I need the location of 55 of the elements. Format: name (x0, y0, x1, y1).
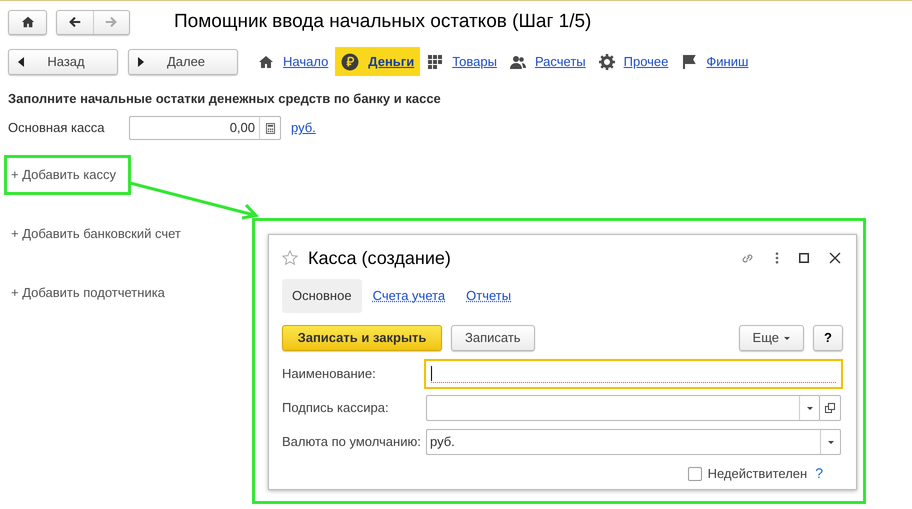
left-arrow-icon (68, 15, 82, 30)
add-link[interactable]: + Добавить банковский счет (11, 224, 181, 244)
maximize-icon[interactable] (799, 253, 809, 263)
form-tab[interactable]: Основное (282, 279, 362, 313)
checkbox[interactable] (688, 466, 702, 480)
gear-icon (598, 54, 615, 70)
next-step-button[interactable]: Далее (128, 48, 238, 74)
step-tab[interactable]: Начало (252, 47, 334, 76)
back-step-button[interactable]: Назад (8, 48, 118, 74)
add-link[interactable]: + Добавить подотчетника (11, 283, 165, 303)
add-link[interactable]: + Добавить кассу (11, 165, 116, 185)
help-link[interactable]: ? (815, 463, 823, 484)
open-window-icon (825, 403, 835, 413)
currency-link[interactable]: руб. (291, 118, 316, 138)
flag-icon (681, 54, 698, 70)
more-button[interactable]: Еще (738, 325, 804, 351)
caret-icon (784, 336, 790, 340)
section-heading: Заполните начальные остатки денежных средств по банку и кассе (7, 90, 442, 108)
amount-field[interactable]: 0,00 (129, 116, 281, 140)
calculator-icon (266, 122, 274, 134)
window-title: Помощник ввода начальных остатков (Шаг 1/5) (174, 10, 592, 34)
step-tab[interactable]: Товары (421, 47, 503, 76)
home-button[interactable] (8, 10, 47, 35)
step-tab-active[interactable]: Деньги (335, 47, 420, 76)
dialog-title: Касса (создание) (308, 246, 451, 270)
left-triangle-icon (18, 56, 24, 66)
open-button[interactable] (820, 395, 841, 421)
home-icon (258, 54, 274, 70)
checkbox-label: Недействителен (708, 464, 808, 483)
more-options-icon[interactable] (775, 252, 779, 264)
select-field[interactable] (426, 395, 820, 421)
field-label: Валюта по умолчанию: (282, 433, 422, 452)
right-arrow-icon (104, 15, 118, 30)
close-icon[interactable] (829, 252, 841, 264)
step-tab[interactable]: Финиш (675, 47, 754, 76)
field-label: Подпись кассира: (282, 399, 390, 418)
dropdown-icon (828, 440, 834, 444)
help-button[interactable]: ? (813, 325, 843, 351)
save-and-close-button[interactable]: Записать и закрыть (282, 325, 442, 351)
save-button[interactable]: Записать (451, 325, 535, 351)
grid-icon (427, 54, 444, 70)
form-tab[interactable]: Отчеты (456, 279, 522, 313)
select-field[interactable]: руб. (426, 429, 841, 455)
step-tab[interactable]: Прочее (592, 47, 674, 76)
dropdown-icon (806, 406, 812, 410)
people-icon (510, 54, 526, 70)
form-tab[interactable]: Счета учета (362, 279, 456, 313)
name-field[interactable] (424, 359, 843, 389)
star-icon[interactable] (282, 250, 298, 266)
step-tab[interactable]: Расчеты (504, 47, 592, 76)
home-icon (20, 15, 34, 30)
right-triangle-icon (138, 56, 144, 66)
ruble-coin-icon (341, 52, 360, 70)
field-label: Основная касса (8, 119, 106, 138)
field-label: Наименование: (282, 365, 377, 384)
